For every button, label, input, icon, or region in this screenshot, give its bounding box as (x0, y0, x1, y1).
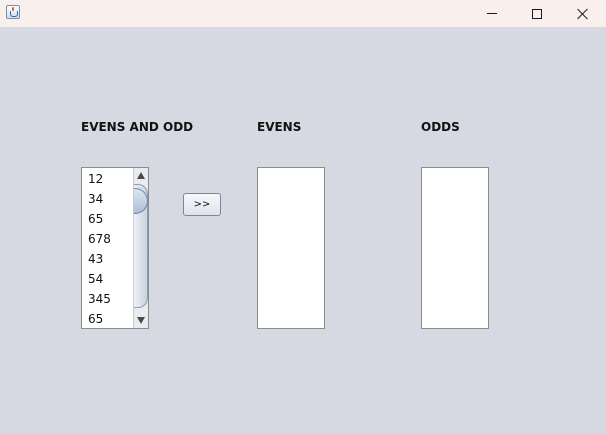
vertical-scrollbar[interactable] (133, 168, 148, 328)
maximize-button[interactable] (514, 0, 560, 27)
close-icon (577, 8, 589, 20)
java-cup-icon (6, 5, 20, 19)
scroll-up-button[interactable] (134, 168, 148, 183)
move-button[interactable]: >> (183, 193, 221, 216)
list-item[interactable]: 54 (82, 269, 133, 289)
list-item[interactable]: 678 (82, 229, 133, 249)
odds-list-label: ODDS (421, 120, 460, 134)
evens-list[interactable] (257, 167, 325, 329)
odds-list[interactable] (421, 167, 489, 329)
close-button[interactable] (560, 0, 606, 27)
app-window: EVENS AND ODD EVENS ODDS 12 34 65 678 43… (0, 0, 606, 434)
list-item[interactable]: 43 (82, 249, 133, 269)
source-list-label: EVENS AND ODD (81, 120, 194, 134)
list-item[interactable]: 34 (82, 189, 133, 209)
arrow-down-icon (137, 317, 145, 324)
title-bar[interactable] (0, 0, 606, 27)
scrollbar-thumb-knob (134, 188, 148, 214)
scrollbar-thumb[interactable] (134, 184, 148, 308)
arrow-up-icon (137, 172, 145, 179)
maximize-icon (532, 8, 542, 19)
minimize-button[interactable] (469, 0, 515, 27)
scroll-down-button[interactable] (134, 313, 148, 328)
source-list[interactable]: 12 34 65 678 43 54 345 65 (81, 167, 149, 329)
evens-list-label: EVENS (257, 120, 302, 134)
list-item[interactable]: 345 (82, 289, 133, 309)
list-item[interactable]: 12 (82, 169, 133, 189)
list-item[interactable]: 65 (82, 209, 133, 229)
source-list-items: 12 34 65 678 43 54 345 65 (82, 168, 133, 328)
minimize-icon (487, 13, 497, 14)
list-item[interactable]: 65 (82, 309, 133, 328)
